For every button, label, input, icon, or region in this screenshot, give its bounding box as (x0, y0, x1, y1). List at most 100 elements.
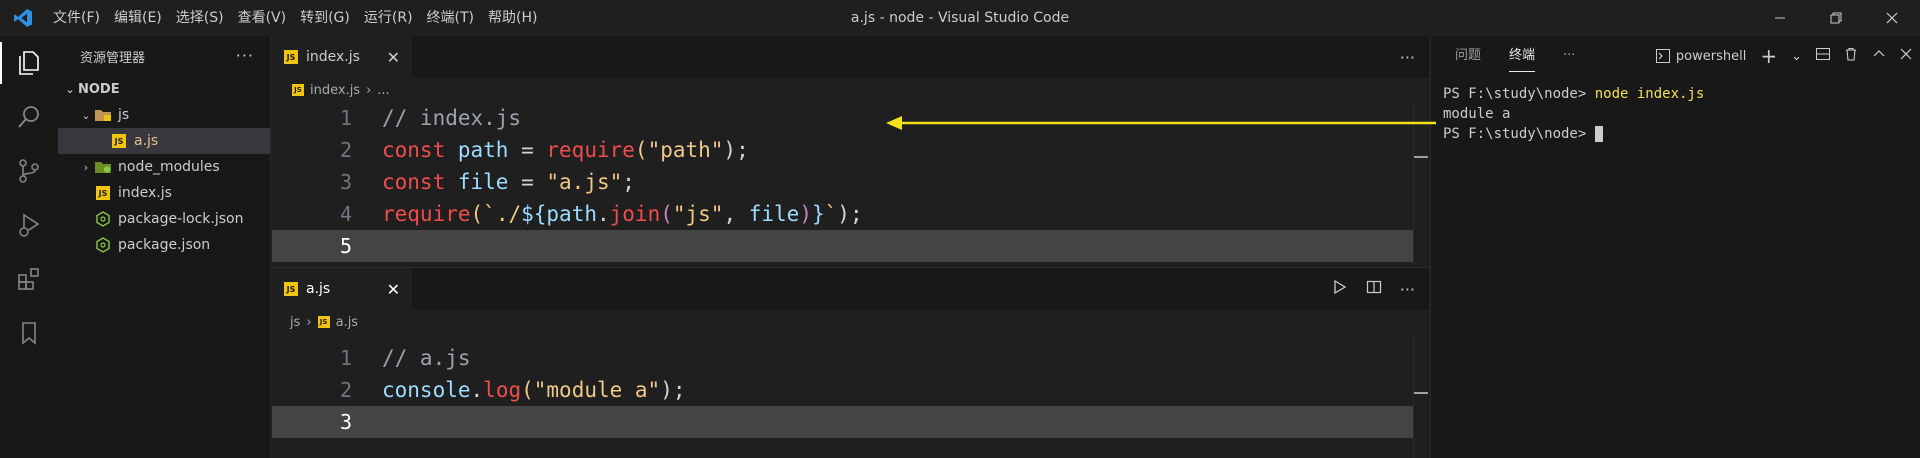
menu-bar: 文件(F) 编辑(E) 选择(S) 查看(V) 转到(G) 运行(R) 终端(T… (46, 0, 544, 36)
more-actions-button[interactable]: ··· (1400, 48, 1415, 67)
split-icon (1816, 48, 1830, 60)
more-actions-button[interactable]: ··· (1400, 280, 1415, 299)
minimize-button[interactable] (1752, 0, 1808, 36)
kill-terminal-button[interactable] (1844, 47, 1858, 65)
tree-item-label: package.json (118, 237, 211, 253)
menu-edit[interactable]: 编辑(E) (107, 0, 169, 36)
tab-terminal[interactable]: 终端 (1509, 36, 1536, 76)
explorer-activity[interactable] (0, 36, 58, 90)
close-icon[interactable]: ✕ (367, 48, 400, 67)
activity-bar (0, 36, 58, 458)
tree-item-label: index.js (118, 185, 172, 201)
tab-label: index.js (306, 49, 360, 65)
tree-root-node[interactable]: ⌄ NODE (58, 76, 270, 102)
panel-actions: powershell + ⌄ (1655, 36, 1912, 76)
source-control-icon (19, 159, 39, 183)
extensions-activity[interactable] (0, 252, 58, 306)
search-activity[interactable] (0, 90, 58, 144)
bookmark-icon (22, 322, 36, 345)
code-text: console.log("module a"); (382, 378, 686, 402)
close-panel-button[interactable] (1900, 48, 1912, 64)
code-text: require(`./${path.join("js", file)}`); (382, 202, 863, 226)
bookmarks-activity[interactable] (0, 306, 58, 360)
line-number: 1 (339, 346, 352, 370)
menu-run[interactable]: 运行(R) (357, 0, 420, 36)
editor-group-top: JS index.js ✕ ··· JS index.js › ... 1 //… (272, 36, 1429, 266)
tree-item-label: a.js (134, 133, 159, 149)
terminal-line: module a (1443, 106, 1511, 122)
editor-actions-top: ··· (1400, 36, 1415, 78)
run-button[interactable] (1332, 279, 1348, 299)
tree-item-package-json[interactable]: package.json (58, 232, 270, 258)
line-number: 2 (339, 378, 352, 402)
chevron-right-icon: › (306, 314, 312, 330)
tab-label: a.js (306, 281, 331, 297)
code-line: 2 console.log("module a"); (272, 374, 1429, 406)
breadcrumb-item[interactable]: index.js (310, 83, 360, 98)
terminal-shell-selector[interactable]: powershell (1655, 48, 1747, 64)
code-line: 1 // a.js (272, 342, 1429, 374)
new-terminal-button[interactable]: + (1760, 44, 1777, 68)
code-line: 3 const file = "a.js"; (272, 166, 1429, 198)
title-bar: 文件(F) 编辑(E) 选择(S) 查看(V) 转到(G) 运行(R) 终端(T… (0, 0, 1920, 36)
scrollbar-marker (1414, 156, 1428, 158)
tree-item-js-folder[interactable]: ⌄ js (58, 102, 270, 128)
vertical-scrollbar[interactable] (1413, 102, 1429, 266)
menu-terminal[interactable]: 终端(T) (420, 0, 481, 36)
chevron-down-icon: ⌄ (81, 108, 91, 122)
terminal-icon (1655, 49, 1670, 63)
trash-icon (1846, 47, 1856, 61)
sidebar-more-button[interactable]: ··· (236, 46, 254, 65)
run-debug-activity[interactable] (0, 198, 58, 252)
panel-more-button[interactable]: ··· (1563, 36, 1575, 76)
menu-go[interactable]: 转到(G) (293, 0, 357, 36)
split-editor-button[interactable] (1366, 279, 1382, 299)
sidebar-header: 资源管理器 ··· (58, 36, 270, 76)
code-text: // index.js (382, 106, 522, 130)
shell-name: powershell (1675, 48, 1747, 64)
tree-item-node-modules[interactable]: › node_modules (58, 154, 270, 180)
code-editor-a-js[interactable]: 1 // a.js 2 console.log("module a"); 3 (272, 334, 1429, 458)
explorer-sidebar: 资源管理器 ··· ⌄ NODE ⌄ js JS a.js › node_mod… (58, 36, 271, 458)
source-control-activity[interactable] (0, 144, 58, 198)
line-number: 3 (339, 170, 352, 194)
split-terminal-button[interactable] (1816, 47, 1830, 65)
editor-actions-bottom: ··· (1332, 268, 1415, 310)
tab-problems[interactable]: 问题 (1455, 36, 1481, 76)
maximize-panel-button[interactable] (1872, 47, 1886, 65)
chevron-up-icon (1873, 50, 1885, 57)
line-number: 3 (339, 410, 352, 434)
close-icon (1886, 12, 1898, 24)
breadcrumb-item[interactable]: a.js (336, 315, 358, 330)
tab-a-js[interactable]: JS a.js ✕ (272, 268, 412, 310)
terminal-output[interactable]: PS F:\study\node> node index.js module a… (1431, 76, 1920, 144)
vertical-scrollbar[interactable] (1413, 334, 1429, 458)
close-icon[interactable]: ✕ (367, 280, 400, 299)
search-icon (18, 106, 39, 128)
menu-file[interactable]: 文件(F) (46, 0, 107, 36)
tree-item-package-lock[interactable]: package-lock.json (58, 206, 270, 232)
code-editor-index-js[interactable]: 1 // index.js 2 const path = require("pa… (272, 102, 1429, 266)
terminal-cursor (1594, 126, 1603, 142)
scrollbar-marker (1414, 392, 1428, 394)
npm-json-icon (94, 237, 112, 253)
breadcrumb: JS index.js › ... (272, 78, 1429, 102)
tree-item-label: js (118, 107, 130, 123)
chevron-down-icon[interactable]: ⌄ (1791, 49, 1802, 64)
js-file-icon: JS (317, 316, 330, 328)
tree-item-index-js[interactable]: JS index.js (58, 180, 270, 206)
close-window-button[interactable] (1864, 0, 1920, 36)
breadcrumb-item[interactable]: ... (377, 83, 389, 98)
js-file-icon: JS (292, 84, 304, 96)
sidebar-title: 资源管理器 (80, 50, 146, 66)
line-number: 1 (339, 106, 352, 130)
restore-button[interactable] (1808, 0, 1864, 36)
breadcrumb-item[interactable]: js (290, 315, 300, 330)
tree-item-a-js[interactable]: JS a.js (58, 128, 270, 154)
menu-selection[interactable]: 选择(S) (169, 0, 231, 36)
node-folder-icon (94, 159, 112, 175)
minimize-icon (1775, 17, 1785, 19)
tab-index-js[interactable]: JS index.js ✕ (272, 36, 412, 78)
menu-view[interactable]: 查看(V) (231, 0, 294, 36)
menu-help[interactable]: 帮助(H) (481, 0, 544, 36)
